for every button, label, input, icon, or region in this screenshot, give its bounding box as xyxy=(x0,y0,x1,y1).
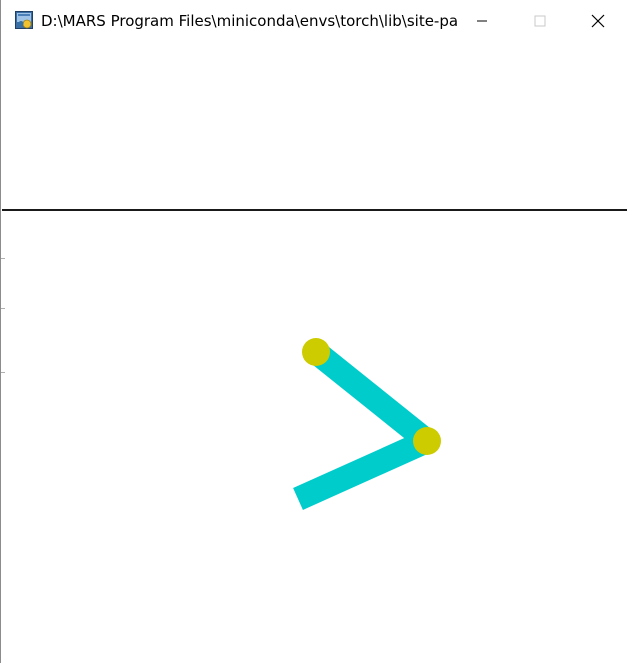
arm-link-lower xyxy=(293,430,432,510)
robot-arm xyxy=(293,338,441,510)
render-canvas xyxy=(293,338,441,510)
arm-joint-elbow xyxy=(413,427,441,455)
app-window: D:\MARS Program Files\miniconda\envs\tor… xyxy=(0,0,627,663)
arm-link-upper xyxy=(308,342,435,451)
arm-joint-base xyxy=(302,338,330,366)
